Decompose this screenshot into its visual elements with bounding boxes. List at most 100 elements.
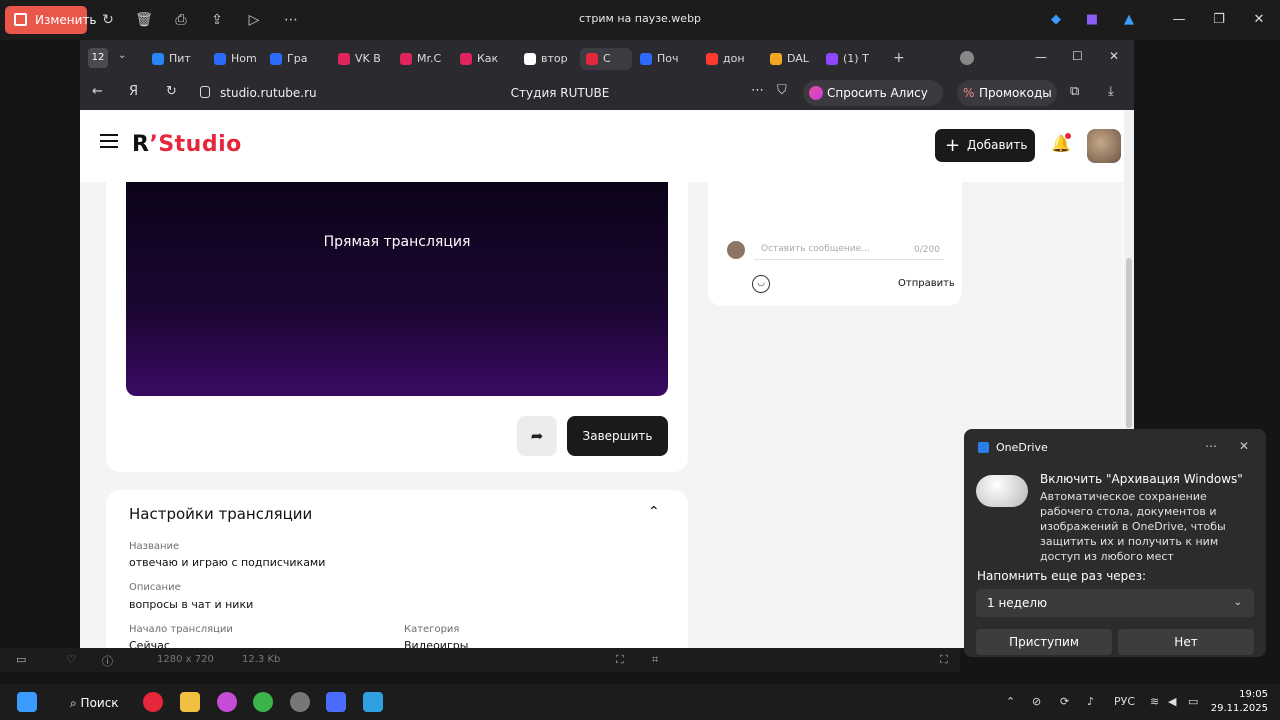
browser-tab[interactable]: Как — [460, 48, 510, 70]
back-icon[interactable]: ← — [92, 84, 103, 99]
close-icon[interactable]: ✕ — [1249, 10, 1269, 30]
more-icon[interactable]: ⋯ — [281, 10, 301, 30]
logo-r: R — [132, 132, 150, 157]
finish-button[interactable]: Завершить — [567, 416, 668, 456]
info-icon[interactable]: ⓘ — [102, 653, 113, 669]
battery-icon[interactable]: ▭ — [1188, 695, 1198, 708]
notification-dot — [1065, 133, 1071, 139]
tray-app-icon[interactable]: ⊘ — [1032, 695, 1041, 708]
wifi-icon[interactable]: ≋ — [1150, 695, 1159, 708]
browser-tab[interactable]: Mr.C — [400, 48, 450, 70]
app-icon-blue[interactable]: ◆ — [1046, 10, 1066, 30]
time: 19:05 — [1239, 689, 1268, 700]
tray-chevron-icon[interactable]: ⌃ — [1006, 695, 1015, 708]
close-icon[interactable]: ✕ — [1239, 439, 1249, 453]
app-icon-green[interactable] — [253, 692, 273, 712]
app-icon-blue[interactable] — [326, 692, 346, 712]
browser-tab[interactable]: Поч — [640, 48, 690, 70]
rotate-icon[interactable]: ↻ — [98, 10, 118, 30]
tray-sync-icon[interactable]: ⟳ — [1060, 695, 1069, 708]
player-card: Прямая трансляция ➦ Завершить — [106, 182, 688, 472]
emoji-icon[interactable]: ◡ — [752, 275, 770, 293]
minimize-icon[interactable]: — — [1035, 50, 1047, 64]
menu-icon[interactable] — [100, 134, 118, 148]
browser-tab[interactable]: дон — [706, 48, 756, 70]
favorite-icon[interactable]: ♡ — [66, 653, 76, 666]
profile-icon[interactable] — [960, 51, 974, 65]
chevron-down-icon[interactable]: ⌄ — [118, 50, 126, 61]
decline-button[interactable]: Нет — [1118, 629, 1254, 655]
shield-icon[interactable] — [200, 86, 210, 98]
rutube-studio-logo[interactable]: R’Studio — [132, 132, 242, 157]
bell-icon[interactable]: 🔔 — [1050, 133, 1072, 156]
slideshow-icon[interactable]: ▷ — [244, 10, 264, 30]
remind-select[interactable]: 1 неделю ⌄ — [976, 589, 1254, 617]
promo-button[interactable]: % Промокоды — [957, 80, 1057, 106]
share-icon[interactable]: ⇪ — [207, 10, 227, 30]
taskbar-search[interactable]: ⌕ Поиск — [60, 692, 120, 714]
file-explorer-icon[interactable] — [180, 692, 200, 712]
language-indicator[interactable]: РУС — [1114, 695, 1135, 708]
yandex-icon[interactable]: Я — [129, 84, 138, 99]
stream-settings-card: Настройки трансляции ⌃ Название отвечаю … — [106, 490, 688, 648]
category-label: Категория — [404, 624, 460, 635]
browser-tab[interactable]: С — [580, 48, 632, 70]
tab-label: (1) Т — [843, 52, 869, 65]
notification-body: Автоматическое сохранение рабочего стола… — [1040, 490, 1226, 563]
more-icon[interactable]: ⋯ — [751, 83, 764, 98]
scrollbar-thumb[interactable] — [1126, 258, 1132, 428]
browser-tab[interactable]: VK В — [338, 48, 388, 70]
clock[interactable]: 19:05 29.11.2025 — [1208, 688, 1268, 716]
browser-tab[interactable]: Гра — [270, 48, 320, 70]
bookmark-icon[interactable]: ⛉ — [777, 83, 787, 98]
chevron-up-icon[interactable]: ⌃ — [648, 504, 660, 520]
new-tab-icon[interactable]: + — [893, 50, 905, 66]
edit-button[interactable]: Изменить — [5, 6, 97, 34]
reload-icon[interactable]: ↻ — [166, 84, 177, 99]
ask-alice-button[interactable]: Спросить Алису AI — [803, 80, 943, 126]
site-header: R’Studio + Добавить 🔔 — [80, 110, 1123, 182]
browser-tab[interactable]: DAL — [770, 48, 820, 70]
app-icon-chrome[interactable] — [217, 692, 237, 712]
filmstrip-icon[interactable]: ▭ — [16, 653, 26, 666]
chat-char-counter: 0/200 — [914, 245, 940, 255]
fit-icon[interactable]: ⛶ — [616, 653, 624, 667]
maximize-icon[interactable]: ☐ — [1072, 49, 1083, 63]
browser-tab[interactable]: втор — [524, 48, 574, 70]
add-button[interactable]: + Добавить — [935, 129, 1035, 162]
tab-label: дон — [723, 52, 745, 65]
maximize-icon[interactable]: ❐ — [1209, 10, 1229, 30]
obs-icon[interactable] — [290, 692, 310, 712]
avatar[interactable] — [1087, 129, 1121, 163]
yandex-browser-icon[interactable] — [143, 692, 163, 712]
volume-icon[interactable]: ◀ — [1168, 695, 1176, 708]
name-label: Название — [129, 541, 180, 552]
more-icon[interactable]: ⋯ — [1205, 439, 1217, 453]
download-icon[interactable]: ⤓ — [1108, 84, 1114, 99]
share-button[interactable]: ➦ — [517, 416, 557, 456]
browser-tab[interactable]: (1) Т — [826, 48, 876, 70]
notification-app: OneDrive — [996, 441, 1048, 454]
tab-label: С — [603, 52, 611, 65]
app-icon-purple[interactable]: ■ — [1082, 10, 1102, 30]
fullscreen-icon[interactable]: ⛶ — [940, 653, 948, 667]
cloud-icon — [976, 475, 1028, 507]
video-preview[interactable]: Прямая трансляция — [126, 182, 668, 396]
alice-icon — [809, 86, 823, 100]
collections-icon[interactable]: ⧉ — [1070, 84, 1079, 99]
accept-button[interactable]: Приступим — [976, 629, 1112, 655]
browser-tab[interactable]: Hom — [214, 48, 264, 70]
mic-icon[interactable]: ♪ — [1087, 695, 1094, 708]
tab-counter[interactable]: 12 — [88, 48, 108, 68]
minimize-icon[interactable]: — — [1169, 10, 1189, 30]
app-icon-image[interactable] — [363, 692, 383, 712]
browser-tab[interactable]: Пит — [152, 48, 202, 70]
print-icon[interactable]: ⎙ — [171, 10, 191, 30]
crop-icon[interactable]: ⌗ — [652, 653, 658, 667]
windows-start-icon[interactable] — [17, 692, 37, 712]
send-button[interactable]: Отправить — [898, 278, 955, 289]
chat-card: Оставить сообщение... 0/200 ◡ Отправить — [708, 182, 962, 306]
delete-icon[interactable]: 🗑 — [134, 10, 154, 30]
app-icon-cloud[interactable]: ▲ — [1119, 10, 1139, 30]
close-icon[interactable]: ✕ — [1109, 49, 1119, 63]
